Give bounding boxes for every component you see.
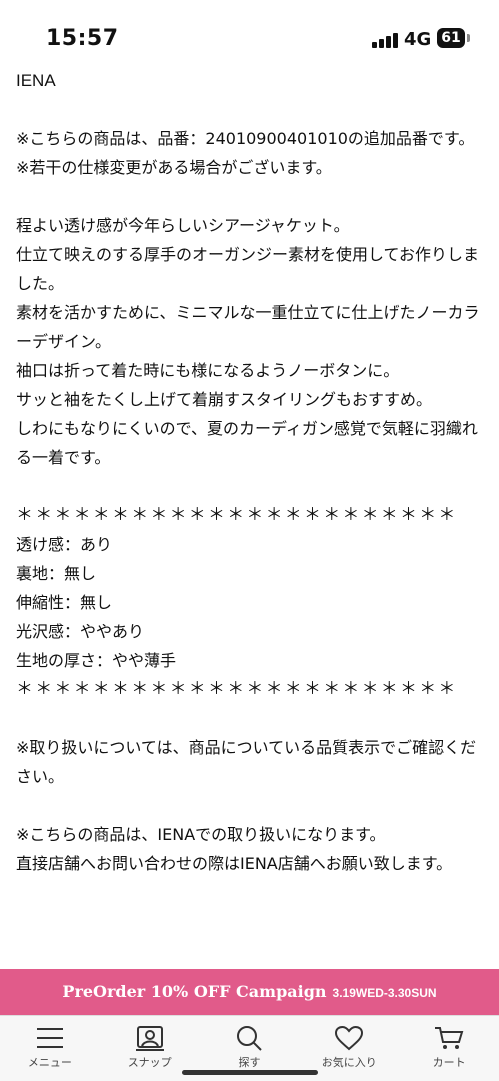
body-line: 袖口は折って着た時にも様になるようノーボタンに。 — [16, 361, 400, 380]
campaign-banner-text: PreOrder 10% OFF Campaign — [62, 982, 327, 1001]
battery-icon: 61 — [437, 28, 465, 48]
spec-line: 伸縮性：無し — [16, 593, 113, 612]
spec-line: 生地の厚さ：やや薄手 — [16, 651, 177, 670]
body-line: 仕立て映えのする厚手のオーガンジー素材を使用してお作りしました。 — [16, 245, 480, 293]
spec-line: 透け感：あり — [16, 535, 113, 554]
home-indicator — [182, 1070, 318, 1075]
body-line: しわにもなりにくいので、夏のカーディガン感覚で気軽に羽織れる一着です。 — [16, 419, 478, 467]
campaign-banner-dates: 3.19WED-3.30SUN — [332, 986, 437, 1000]
snap-icon — [135, 1026, 164, 1051]
network-label: 4G — [404, 29, 432, 50]
body-line: サッと袖をたくし上げて着崩すスタイリングもおすすめ。 — [16, 390, 433, 409]
status-time: 15:57 — [46, 26, 119, 51]
tab-menu[interactable]: メニュー — [0, 1016, 100, 1081]
campaign-banner[interactable]: PreOrder 10% OFF Campaign 3.19WED-3.30SUN — [0, 969, 499, 1015]
divider-stars: ＊＊＊＊＊＊＊＊＊＊＊＊＊＊＊＊＊＊＊＊＊＊＊ — [16, 679, 458, 699]
brand-name: IENA — [16, 71, 56, 90]
body-line: 程よい透け感が今年らしいシアージャケット。 — [16, 216, 350, 235]
tab-cart-label: カート — [432, 1056, 466, 1069]
store-note-line: 直接店舗へお問い合わせの際はIENA店舗へお願い致します。 — [16, 854, 453, 873]
search-icon — [237, 1026, 263, 1051]
store-note-line: ※こちらの商品は、IENAでの取り扱いになります。 — [16, 825, 386, 844]
heart-icon — [335, 1025, 364, 1051]
spec-line: 光沢感：ややあり — [16, 622, 145, 641]
tab-cart[interactable]: カート — [399, 1016, 499, 1081]
handling-note: ※取り扱いについては、商品についている品質表示でご確認ください。 — [16, 738, 477, 786]
spec-line: 裏地：無し — [16, 564, 97, 583]
cart-icon — [435, 1027, 464, 1049]
product-description: IENA ※こちらの商品は、品番：24010900401010の追加品番です。 … — [16, 66, 491, 878]
battery-cap — [467, 34, 470, 42]
signal-icon — [372, 32, 400, 48]
body-line: 素材を活かすために、ミニマルな一重仕立てに仕上げたノーカラーデザイン。 — [16, 303, 480, 351]
tab-menu-label: メニュー — [27, 1056, 72, 1069]
divider-stars: ＊＊＊＊＊＊＊＊＊＊＊＊＊＊＊＊＊＊＊＊＊＊＊ — [16, 505, 458, 525]
note-line: ※こちらの商品は、品番：24010900401010の追加品番です。 — [16, 129, 475, 148]
tab-snap-label: スナップ — [127, 1056, 172, 1069]
menu-icon — [36, 1028, 63, 1048]
status-bar: 15:57 4G 61 — [0, 0, 499, 70]
tab-search-label: 探す — [238, 1056, 261, 1069]
note-line: ※若干の仕様変更がある場合がございます。 — [16, 158, 332, 177]
tab-favorites-label: お気に入り — [321, 1056, 377, 1069]
